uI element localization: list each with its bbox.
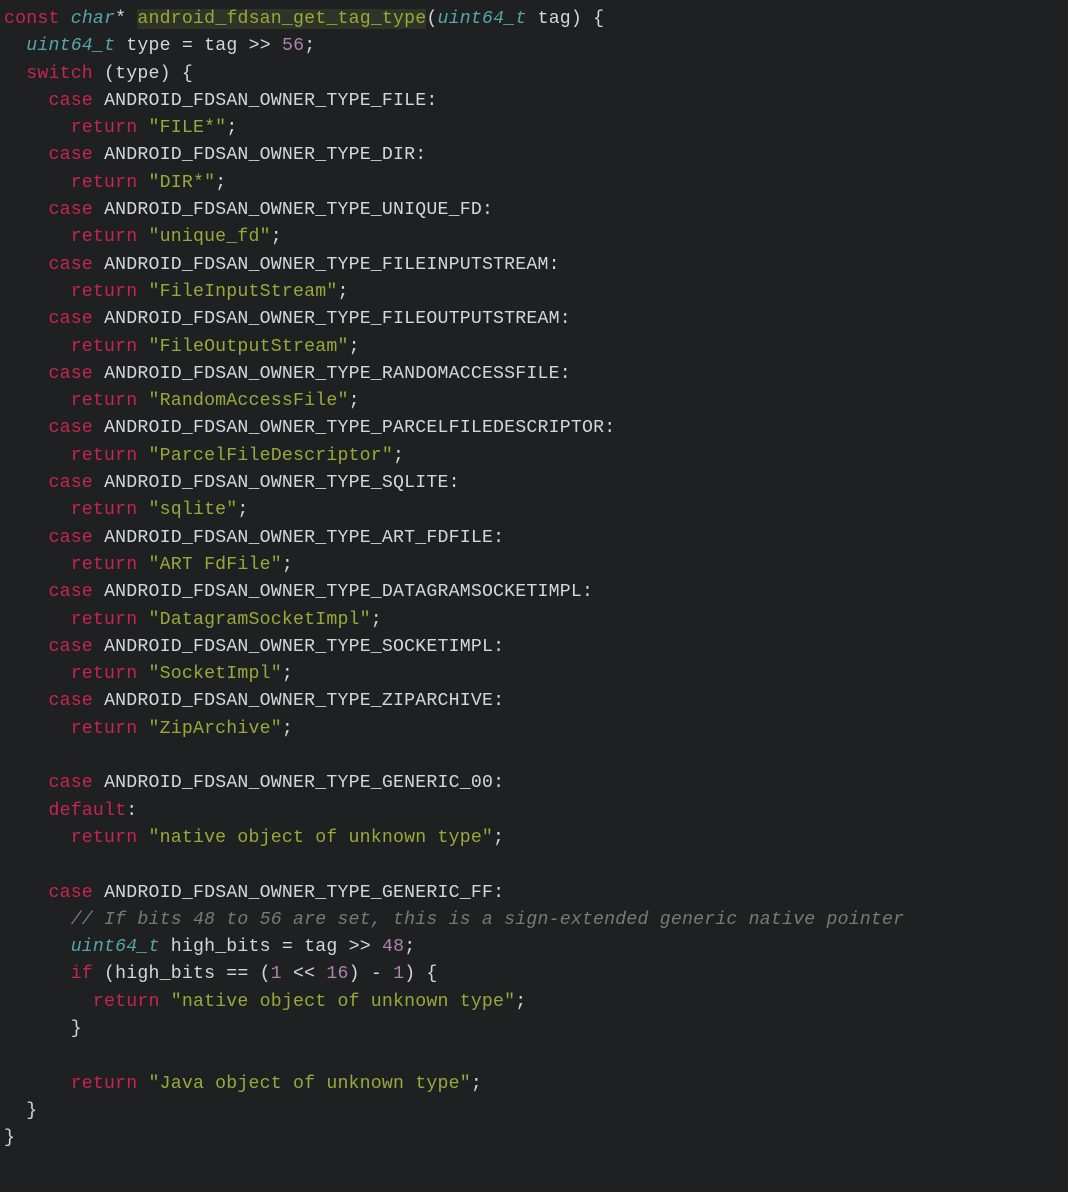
code-line: return "ParcelFileDescriptor";: [4, 446, 404, 466]
code-line: return "unique_fd";: [4, 227, 282, 247]
code-line: // If bits 48 to 56 are set, this is a s…: [4, 910, 904, 930]
code-line: uint64_t type = tag >> 56;: [4, 36, 315, 56]
code-line: [4, 1046, 15, 1066]
code-line: default:: [4, 801, 137, 821]
code-line: }: [4, 1128, 15, 1148]
code-line: case ANDROID_FDSAN_OWNER_TYPE_FILEINPUTS…: [4, 255, 560, 275]
code-line: return "FILE*";: [4, 118, 237, 138]
code-line: return "FileOutputStream";: [4, 337, 360, 357]
function-name: android_fdsan_get_tag_type: [137, 9, 426, 29]
code-line: case ANDROID_FDSAN_OWNER_TYPE_DATAGRAMSO…: [4, 582, 593, 602]
code-line: [4, 746, 15, 766]
code-line: }: [4, 1101, 37, 1121]
code-line: [4, 855, 15, 875]
code-line: case ANDROID_FDSAN_OWNER_TYPE_UNIQUE_FD:: [4, 200, 493, 220]
code-line: case ANDROID_FDSAN_OWNER_TYPE_SOCKETIMPL…: [4, 637, 504, 657]
code-line: case ANDROID_FDSAN_OWNER_TYPE_RANDOMACCE…: [4, 364, 571, 384]
code-line: switch (type) {: [4, 64, 193, 84]
code-line: return "DIR*";: [4, 173, 226, 193]
code-line: return "sqlite";: [4, 500, 249, 520]
code-line: case ANDROID_FDSAN_OWNER_TYPE_DIR:: [4, 145, 426, 165]
code-line: if (high_bits == (1 << 16) - 1) {: [4, 964, 438, 984]
code-line: return "DatagramSocketImpl";: [4, 610, 382, 630]
code-line: case ANDROID_FDSAN_OWNER_TYPE_PARCELFILE…: [4, 418, 615, 438]
code-line: case ANDROID_FDSAN_OWNER_TYPE_ART_FDFILE…: [4, 528, 504, 548]
code-line: return "Java object of unknown type";: [4, 1074, 482, 1094]
code-line: return "ZipArchive";: [4, 719, 293, 739]
code-line: }: [4, 1019, 82, 1039]
code-line: uint64_t high_bits = tag >> 48;: [4, 937, 415, 957]
code-line: case ANDROID_FDSAN_OWNER_TYPE_SQLITE:: [4, 473, 460, 493]
code-editor[interactable]: const char* android_fdsan_get_tag_type(u…: [0, 0, 1068, 1158]
code-line: case ANDROID_FDSAN_OWNER_TYPE_GENERIC_00…: [4, 773, 504, 793]
code-line: return "RandomAccessFile";: [4, 391, 360, 411]
code-line: case ANDROID_FDSAN_OWNER_TYPE_GENERIC_FF…: [4, 883, 504, 903]
code-line: return "SocketImpl";: [4, 664, 293, 684]
code-line: return "ART FdFile";: [4, 555, 293, 575]
comment: // If bits 48 to 56 are set, this is a s…: [71, 910, 905, 930]
code-line: const char* android_fdsan_get_tag_type(u…: [4, 9, 604, 29]
code-line: return "native object of unknown type";: [4, 828, 504, 848]
code-line: case ANDROID_FDSAN_OWNER_TYPE_FILE:: [4, 91, 438, 111]
code-line: case ANDROID_FDSAN_OWNER_TYPE_ZIPARCHIVE…: [4, 691, 504, 711]
code-line: return "native object of unknown type";: [4, 992, 526, 1012]
code-line: return "FileInputStream";: [4, 282, 349, 302]
code-line: case ANDROID_FDSAN_OWNER_TYPE_FILEOUTPUT…: [4, 309, 571, 329]
